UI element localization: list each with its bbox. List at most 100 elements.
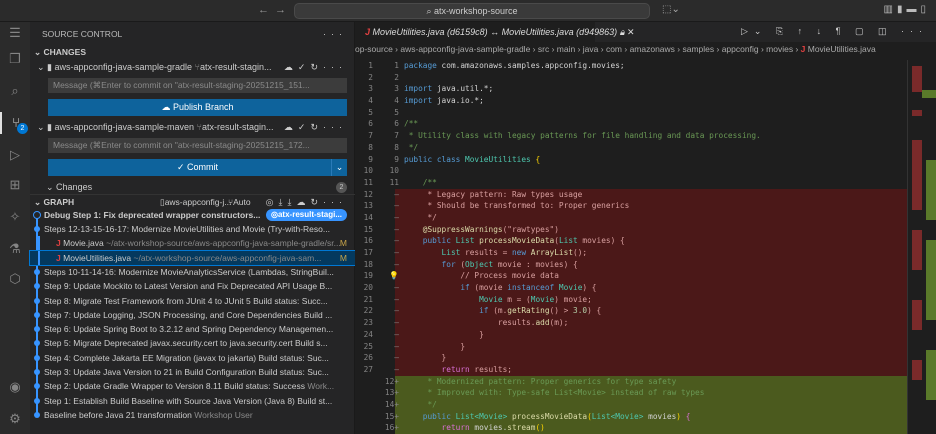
repo-actions[interactable]: ☁✓↻··· bbox=[284, 60, 347, 74]
code-text: import java.util.*; bbox=[404, 83, 493, 95]
breadcrumb-item[interactable]: samples bbox=[682, 44, 714, 54]
code-token: add bbox=[535, 318, 550, 328]
old-line-number: 16 bbox=[363, 236, 373, 246]
graph-commit[interactable]: Step 8: Migrate Test Framework from JUni… bbox=[30, 294, 355, 308]
settings-gear-icon[interactable]: ⚙ bbox=[0, 408, 30, 430]
breadcrumb-item[interactable]: amazonaws bbox=[630, 44, 675, 54]
code-text: Movie m = (Movie) movie; bbox=[404, 294, 592, 306]
back-forward-icon[interactable]: ←→ bbox=[258, 4, 292, 16]
panel-title-text: SOURCE CONTROL bbox=[42, 29, 123, 39]
code-token: */ bbox=[404, 399, 437, 409]
graph-mode-picker[interactable]: ⑂Auto bbox=[228, 195, 251, 208]
new-line-number: 15+ bbox=[384, 411, 399, 421]
graph-section-header[interactable]: ⌄ GRAPH ▯aws-appconfig-j... ⑂Auto ◎⤓⤓☁↻·… bbox=[30, 194, 355, 208]
code-line: 55 bbox=[355, 107, 907, 119]
code-token: instanceof bbox=[507, 283, 555, 293]
code-line: 4 4 import java.io.*; bbox=[355, 95, 907, 107]
code-token: (m. bbox=[488, 306, 508, 316]
graph-commit[interactable]: Step 1: Establish Build Baseline with So… bbox=[30, 394, 355, 408]
code-token: java.io.*; bbox=[432, 96, 484, 106]
breadcrumb-item[interactable]: com bbox=[606, 44, 622, 54]
breadcrumb-separator: › bbox=[758, 44, 767, 54]
graph-head-commit[interactable]: Debug Step 1: Fix deprecated wrapper con… bbox=[30, 208, 355, 222]
commit-message-input[interactable]: Message (⌘Enter to commit on "atx-result… bbox=[48, 78, 347, 93]
more-icon[interactable]: ··· bbox=[323, 27, 347, 41]
changes-label: Changes bbox=[56, 182, 93, 192]
extensions-icon[interactable]: ⊞ bbox=[0, 174, 30, 196]
commit-message: Step 6: Update Spring Boot to 3.2.12 and… bbox=[44, 324, 334, 335]
overview-ruler[interactable] bbox=[907, 60, 936, 434]
code-text: * Legacy pattern: Raw types usage bbox=[404, 189, 582, 201]
graph-commit[interactable]: Steps 12-13-15-16-17: Modernize MovieUti… bbox=[30, 222, 355, 236]
graph-file-item[interactable]: J MovieUtilities.java ~/atx-workshop-sou… bbox=[29, 249, 356, 266]
code-token: Movie bbox=[404, 294, 503, 304]
breadcrumb-item[interactable]: aws-appconfig-java-sample-gradle bbox=[400, 44, 530, 54]
repo-maven[interactable]: ⌄ ▮ aws-appconfig-java-sample-maven ⑂atx… bbox=[30, 120, 355, 134]
new-line-number: 3 bbox=[394, 84, 399, 94]
code-token: /** bbox=[404, 177, 437, 187]
deleted-line: 26 — } bbox=[355, 352, 907, 364]
old-line-number: 10 bbox=[363, 166, 373, 176]
breadcrumb-item[interactable]: MovieUtilities.java bbox=[808, 44, 876, 54]
changes-section-header[interactable]: ⌄ CHANGES bbox=[30, 45, 355, 59]
publish-branch-button[interactable]: ☁ Publish Branch bbox=[48, 99, 347, 116]
graph-commit[interactable]: Step 7: Update Logging, JSON Processing,… bbox=[30, 308, 355, 322]
chat-icon[interactable]: ✧ bbox=[0, 206, 30, 228]
account-icon[interactable]: ◉ bbox=[0, 376, 30, 398]
graph-repo-picker[interactable]: ▯aws-appconfig-j... bbox=[160, 195, 231, 208]
command-center-search[interactable]: ⌕ atx-workshop-source bbox=[294, 3, 650, 19]
graph-file-item[interactable]: J Movie.java ~/atx-workshop-source/aws-a… bbox=[30, 236, 355, 251]
repo-gradle[interactable]: ⌄ ▮ aws-appconfig-java-sample-gradle ⑂at… bbox=[30, 60, 355, 74]
diff-editor: J MovieUtilities.java (d6159c8) ↔ MovieU… bbox=[355, 22, 936, 434]
commit-message-input[interactable]: Message (⌘Enter to commit on "atx-result… bbox=[48, 138, 347, 153]
commit-button[interactable]: ✓ Commit ⌄ bbox=[48, 159, 347, 176]
graph-commit[interactable]: Step 2: Update Gradle Wrapper to Version… bbox=[30, 379, 355, 393]
graph-commit[interactable]: Step 5: Migrate Deprecated javax.securit… bbox=[30, 336, 355, 350]
source-control-icon[interactable]: ⑂ 2 bbox=[0, 112, 30, 134]
explorer-icon[interactable]: ❐ bbox=[0, 48, 30, 70]
commit-message: Step 3: Update Java Version to 21 in Bui… bbox=[44, 367, 329, 377]
old-line-number: 17 bbox=[363, 248, 373, 257]
code-token: * Modernized pattern: Proper generics fo… bbox=[404, 376, 677, 386]
breadcrumb-item[interactable]: op-source bbox=[355, 44, 393, 54]
commit-dropdown-chevron-icon[interactable]: ⌄ bbox=[331, 159, 347, 176]
breadcrumb-item[interactable]: appconfig bbox=[722, 44, 759, 54]
testing-icon[interactable]: ⚗ bbox=[0, 238, 30, 260]
deleted-line: 15 — @SuppressWarnings("rawtypes") bbox=[355, 223, 907, 236]
graph-commit[interactable]: Step 6: Update Spring Boot to 3.2.12 and… bbox=[30, 322, 355, 336]
breadcrumb-item[interactable]: java bbox=[583, 44, 599, 54]
old-line-number: 22 bbox=[363, 306, 373, 316]
graph-commit[interactable]: Step 9: Update Mockito to Latest Version… bbox=[30, 279, 355, 293]
editor-actions[interactable]: ▷⌄ ⎘ ↑ ↓ ¶ ▢ ◫ ··· bbox=[741, 26, 928, 37]
changes-group[interactable]: ⌄ Changes 2 bbox=[30, 180, 355, 194]
breadcrumb-item[interactable]: main bbox=[557, 44, 575, 54]
repo-actions[interactable]: ☁✓↻··· bbox=[284, 120, 347, 134]
deleted-line: 25 — } bbox=[355, 340, 907, 353]
repo-branch[interactable]: atx-result-stagin... bbox=[200, 62, 272, 72]
breadcrumb-item[interactable]: src bbox=[538, 44, 549, 54]
tab-movieutilities-diff[interactable]: J MovieUtilities.java (d6159c8) ↔ MovieU… bbox=[355, 22, 635, 42]
commit-dot bbox=[34, 354, 40, 361]
old-line-number: 11 bbox=[363, 177, 373, 187]
graph-commit[interactable]: Steps 10-11-14-16: Modernize MovieAnalyt… bbox=[30, 265, 355, 279]
repo-branch[interactable]: atx-result-stagin... bbox=[202, 122, 274, 132]
graph-commit[interactable]: Baseline before Java 21 transformation W… bbox=[30, 408, 355, 422]
breadcrumb-item[interactable]: movies bbox=[766, 44, 793, 54]
layout-icons[interactable]: ▥▮▬▯ bbox=[884, 4, 930, 15]
title-bar: ←→ ⌕ atx-workshop-source ⬚⌄ ▥▮▬▯ bbox=[0, 0, 936, 22]
graph-actions[interactable]: ◎⤓⤓☁↻··· bbox=[266, 195, 347, 208]
copilot-icon[interactable]: ⬚⌄ bbox=[662, 4, 680, 15]
aws-toolkit-icon[interactable]: ⬡ bbox=[0, 268, 30, 290]
code-area[interactable]: 1 1 package com.amazonaws.samples.appconfi… bbox=[355, 60, 907, 434]
scm-badge: 2 bbox=[17, 123, 28, 134]
graph-commit[interactable]: Step 3: Update Java Version to 21 in Bui… bbox=[30, 365, 355, 379]
new-line-number: 7 bbox=[394, 131, 399, 141]
graph-commit[interactable]: Step 4: Complete Jakarta EE Migration (j… bbox=[30, 351, 355, 365]
menu-icon[interactable]: ☰ bbox=[0, 22, 30, 44]
close-icon[interactable]: ✕ bbox=[627, 27, 635, 37]
code-text: /** bbox=[404, 118, 418, 130]
run-debug-icon[interactable]: ▷ bbox=[0, 144, 30, 166]
commit-message: Debug Step 1: Fix deprecated wrapper con… bbox=[44, 210, 261, 220]
search-icon[interactable]: ⌕ bbox=[0, 80, 30, 102]
old-line-number: 3 bbox=[368, 84, 373, 94]
